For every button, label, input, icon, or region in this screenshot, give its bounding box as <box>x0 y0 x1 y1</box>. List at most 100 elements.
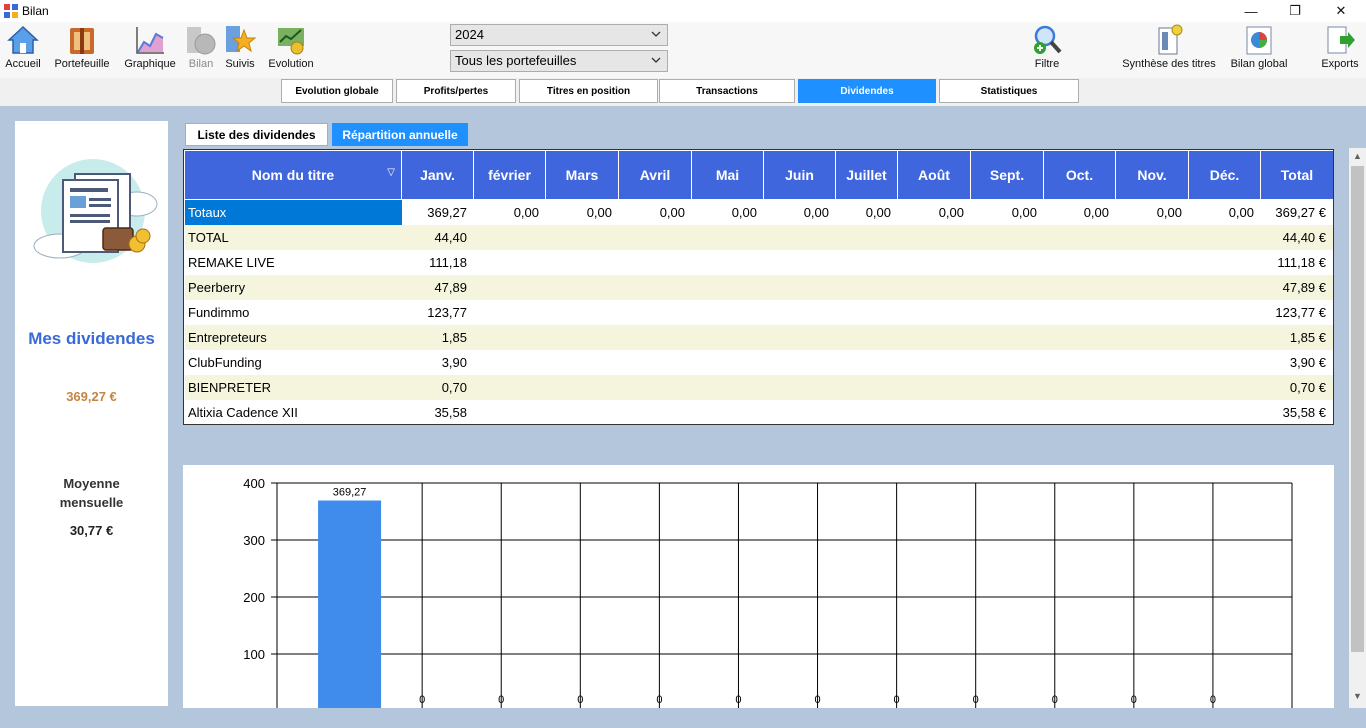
scroll-up-icon[interactable]: ▲ <box>1349 148 1366 165</box>
monthly-average-value: 30,77 € <box>69 523 114 538</box>
chevron-down-icon <box>651 31 661 37</box>
table-row[interactable]: Peerberry 47,89 47,89 € <box>185 275 1333 300</box>
bar-data-label: 0 <box>735 694 741 706</box>
toolbar-bilan-global-button[interactable]: Bilan global <box>1228 24 1290 70</box>
cell-month-value: 3,90 <box>441 355 467 370</box>
tab-liste-des-dividendes[interactable]: Liste des dividendes <box>185 123 328 146</box>
cell-month-value <box>764 325 836 350</box>
cell-month-value <box>692 350 764 375</box>
column-header[interactable]: Juin <box>764 151 836 199</box>
y-tick-label: 200 <box>243 590 265 605</box>
tab-transactions[interactable]: Transactions <box>659 79 795 103</box>
toolbar-filtre-button[interactable]: Filtre <box>1030 24 1064 70</box>
column-header[interactable]: Déc. <box>1189 151 1261 199</box>
cell-month-value <box>971 300 1044 325</box>
tab-profits-pertes[interactable]: Profits/pertes <box>396 79 516 103</box>
cell-month-value <box>898 275 971 300</box>
toolbar-accueil-button[interactable]: Accueil <box>5 24 41 70</box>
cell-total: 0,70 € <box>1289 380 1326 395</box>
pin-document-icon <box>1158 24 1183 55</box>
summary-panel: Mes dividendes 369,27 € Moyenne mensuell… <box>15 121 168 706</box>
cell-title-name: Fundimmo <box>188 305 250 320</box>
cell-month-value <box>764 275 836 300</box>
close-button[interactable]: ✕ <box>1318 0 1364 22</box>
cell-month-value: 0,00 <box>1083 205 1109 220</box>
table-row[interactable]: BIENPRETER 0,70 0,70 € <box>185 375 1333 400</box>
scrollbar-thumb[interactable] <box>1351 166 1364 652</box>
cell-month-value <box>474 400 546 425</box>
tab-statistiques[interactable]: Statistiques <box>939 79 1079 103</box>
column-header[interactable]: Avril <box>619 151 692 199</box>
maximize-button[interactable]: ❐ <box>1272 0 1318 22</box>
year-select[interactable]: 2024 <box>450 24 668 46</box>
minimize-button[interactable]: — <box>1228 0 1274 22</box>
table-row[interactable]: TOTAL 44,40 44,40 € <box>185 225 1333 250</box>
tab-dividendes[interactable]: Dividendes <box>798 79 936 103</box>
bar <box>318 500 382 708</box>
table-header: Nom du titre ▽ Janv. février Mars Avril Mai Jui… <box>185 151 1333 199</box>
cell-month-value <box>1116 225 1189 250</box>
cell-title-name: Peerberry <box>188 280 246 295</box>
tab-repartition-annuelle[interactable]: Répartition annuelle <box>332 123 468 146</box>
cell-month-value <box>474 300 546 325</box>
export-arrow-icon <box>1327 26 1355 54</box>
cell-month-value: 1,85 <box>441 330 467 345</box>
toolbar-exports-button[interactable]: Exports <box>1320 24 1360 70</box>
cell-month-value: 0,00 <box>731 205 757 220</box>
cell-month-value <box>619 225 692 250</box>
column-header[interactable]: février <box>474 151 546 199</box>
column-header[interactable]: Mai <box>692 151 764 199</box>
table-row[interactable]: Altixia Cadence XII 35,58 35,58 € <box>185 400 1333 425</box>
cell-title-name: BIENPRETER <box>188 380 272 395</box>
cell-month-value <box>836 275 898 300</box>
cell-month-value <box>836 325 898 350</box>
column-header[interactable]: Juillet <box>836 151 898 199</box>
toolbar-portefeuille-button[interactable]: Portefeuille <box>52 24 112 70</box>
table-row[interactable]: REMAKE LIVE 111,18 111,18 € <box>185 250 1333 275</box>
cell-title-name: ClubFunding <box>188 355 262 370</box>
cell-title-name: Entrepreteurs <box>188 330 267 345</box>
portfolio-select[interactable]: Tous les portefeuilles <box>450 50 668 72</box>
vertical-scrollbar[interactable]: ▲ ▼ <box>1349 148 1366 708</box>
cell-month-value <box>692 275 764 300</box>
scroll-down-icon[interactable]: ▼ <box>1349 688 1366 705</box>
column-header[interactable]: Janv. <box>402 151 474 199</box>
bar-data-label: 0 <box>656 694 662 706</box>
column-header[interactable]: Sept. <box>971 151 1044 199</box>
toolbar-evolution-button[interactable]: Evolution <box>265 24 317 70</box>
column-header[interactable]: Oct. <box>1044 151 1116 199</box>
table-row[interactable]: Entrepreteurs 1,85 1,85 € <box>185 325 1333 350</box>
cell-title-name: TOTAL <box>188 230 229 245</box>
cell-total: 369,27 € <box>1275 205 1326 220</box>
cell-month-value <box>546 250 619 275</box>
column-header[interactable]: Mars <box>546 151 619 199</box>
table-row[interactable]: Fundimmo 123,77 123,77 € <box>185 300 1333 325</box>
cell-total: 123,77 € <box>1275 305 1326 320</box>
cell-month-value <box>474 350 546 375</box>
cell-month-value <box>898 250 971 275</box>
cell-month-value: 0,00 <box>803 205 829 220</box>
home-icon <box>7 25 39 54</box>
cell-month-value <box>692 400 764 425</box>
cell-month-value <box>692 325 764 350</box>
column-header[interactable]: Août <box>898 151 971 199</box>
toolbar-suivis-button[interactable]: Suivis <box>223 24 257 70</box>
tab-evolution-globale[interactable]: Evolution globale <box>281 79 393 103</box>
cell-total: 44,40 € <box>1282 230 1326 245</box>
toolbar-bilan-button[interactable]: Bilan <box>185 24 217 70</box>
column-header[interactable]: Nom du titre ▽ <box>185 151 402 199</box>
table-row[interactable]: ClubFunding 3,90 3,90 € <box>185 350 1333 375</box>
column-header[interactable]: Total <box>1261 151 1333 199</box>
column-header[interactable]: Nov. <box>1116 151 1189 199</box>
cell-month-value <box>546 275 619 300</box>
tab-titres-en-position[interactable]: Titres en position <box>519 79 658 103</box>
table-row[interactable]: Totaux 369,27 0,00 0,00 0,00 0,00 0,00 0,00 0,00… <box>185 200 1333 225</box>
toolbar-graphique-button[interactable]: Graphique <box>122 24 178 70</box>
cell-title-name: REMAKE LIVE <box>188 255 275 270</box>
chart-icon <box>136 27 164 54</box>
cell-month-value: 0,00 <box>1011 205 1037 220</box>
cell-month-value <box>692 300 764 325</box>
cell-month-value <box>619 350 692 375</box>
sort-indicator-icon: ▽ <box>387 167 395 178</box>
toolbar-synthese-button[interactable]: Synthèse des titres <box>1120 24 1218 70</box>
